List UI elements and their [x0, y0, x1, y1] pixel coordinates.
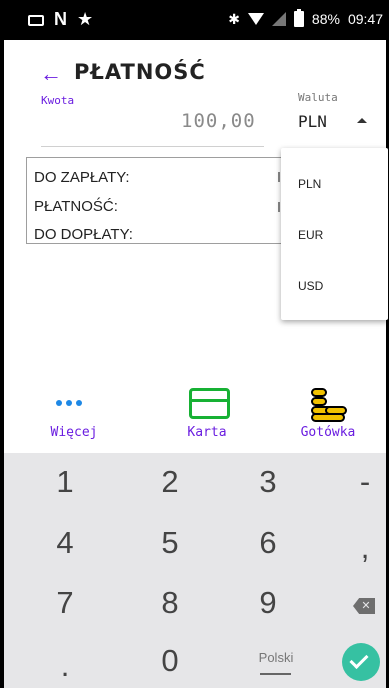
confirm-button[interactable] [342, 643, 380, 681]
currency-option-eur[interactable]: EUR [298, 228, 323, 242]
bluetooth-icon: ✱ [228, 11, 240, 27]
space-key[interactable]: Polski [226, 633, 326, 683]
summary-value-clip [278, 202, 280, 212]
check-icon [349, 649, 369, 670]
key-8[interactable]: 8 [120, 578, 220, 628]
amount-underline [41, 146, 264, 147]
n-icon: N [54, 9, 67, 29]
status-time: 09:47 [347, 11, 383, 27]
star-icon: ★ [77, 9, 94, 29]
card-label: Karta [187, 425, 227, 440]
status-right-icons: ✱ 88% 09:47 [228, 9, 383, 29]
payment-summary: DO ZAPŁATY: PŁATNOŚĆ: DO DOPŁATY: [26, 157, 288, 244]
space-underline [260, 673, 291, 675]
key-dot[interactable]: . [15, 641, 115, 688]
key-3[interactable]: 3 [218, 457, 318, 507]
numeric-keypad: 1 2 3 - 4 5 6 , 7 8 9 ✕ . 0 Polski [4, 453, 386, 688]
backspace-icon[interactable]: ✕ [353, 598, 375, 614]
currency-label: Waluta [298, 91, 338, 104]
more-button[interactable]: Więcej [29, 386, 119, 446]
summary-row-due: DO ZAPŁATY: [34, 169, 130, 186]
cash-label: Gotówka [300, 425, 356, 440]
summary-value-clip [278, 172, 280, 182]
card-button[interactable]: Karta [162, 386, 252, 446]
battery-percent: 88% [311, 11, 340, 27]
amount-input[interactable]: 100,00 [181, 110, 256, 132]
key-minus[interactable]: - [315, 457, 389, 507]
summary-row-payment: PŁATNOŚĆ: [34, 198, 118, 215]
amount-label: Kwota [41, 94, 75, 107]
key-4[interactable]: 4 [15, 518, 115, 568]
battery-icon [293, 9, 304, 27]
back-arrow-icon[interactable]: ← [40, 62, 62, 86]
key-0[interactable]: 0 [120, 636, 220, 686]
more-label: Więcej [50, 425, 98, 440]
key-9[interactable]: 9 [218, 578, 318, 628]
caret-up-icon[interactable] [357, 118, 367, 123]
key-5[interactable]: 5 [120, 518, 220, 568]
cash-button[interactable]: Gotówka [283, 386, 373, 446]
currency-option-usd[interactable]: USD [298, 279, 323, 293]
summary-row-remaining: DO DOPŁATY: [34, 226, 133, 243]
status-bar: N ★ ✱ 88% 09:47 [0, 0, 389, 40]
key-2[interactable]: 2 [120, 457, 220, 507]
keyboard-icon [28, 14, 44, 26]
status-left-icons: N ★ [28, 9, 93, 29]
coins-icon [309, 386, 349, 422]
key-6[interactable]: 6 [218, 518, 318, 568]
currency-dropdown: PLN EUR USD [281, 148, 388, 320]
more-icon [56, 400, 82, 406]
key-7[interactable]: 7 [15, 578, 115, 628]
signal-icon [271, 12, 286, 26]
currency-option-pln[interactable]: PLN [298, 177, 321, 191]
key-comma[interactable]: , [315, 523, 389, 573]
currency-select[interactable]: PLN [298, 112, 327, 131]
card-icon [189, 388, 230, 419]
wifi-icon [247, 13, 264, 25]
page-title: PŁATNOŚĆ [74, 60, 206, 84]
key-1[interactable]: 1 [15, 457, 115, 507]
